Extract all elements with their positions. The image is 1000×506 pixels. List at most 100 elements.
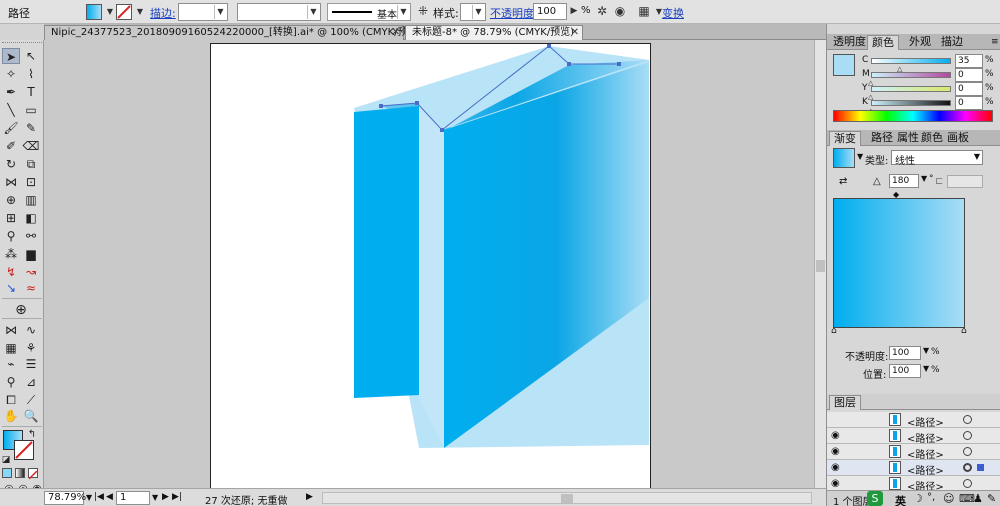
moon-icon[interactable]: ☽ (913, 492, 923, 505)
column-graph-tool-icon[interactable]: ▆ (22, 246, 40, 262)
color-spectrum[interactable] (833, 110, 993, 122)
last-page-icon[interactable]: ▶| (172, 492, 182, 502)
eye-icon[interactable]: ◉ (831, 478, 840, 489)
type-tool-icon[interactable]: T (22, 84, 40, 100)
scale-tool-icon[interactable]: ⧉ (22, 156, 40, 172)
dropdown-icon[interactable]: ▼ (923, 364, 929, 373)
target-icon[interactable] (963, 463, 972, 472)
next-page-icon[interactable]: ▶ (162, 492, 169, 502)
channel-slider[interactable] (871, 72, 951, 78)
blend-tool-icon[interactable]: ⚯ (22, 228, 40, 244)
global-edit-icon[interactable]: ◉ (612, 3, 628, 20)
opacity-label[interactable]: 不透明度 (490, 5, 534, 21)
gradient-preview-swatch[interactable] (833, 148, 855, 168)
layer-name[interactable]: <路径> (907, 462, 944, 477)
vertical-scrollbar[interactable] (814, 40, 826, 488)
layer-row[interactable]: ◉ <路径> (827, 444, 1000, 461)
layer-name[interactable]: <路径> (907, 446, 944, 461)
eye-icon[interactable]: ◉ (831, 462, 840, 473)
smooth-red-icon[interactable]: ≈ (22, 280, 40, 296)
anchor-point[interactable] (617, 62, 621, 66)
panel-grip[interactable] (2, 42, 42, 45)
punctuation-icon[interactable]: °, (927, 492, 935, 503)
twirl-tool-icon[interactable]: ∿ (22, 322, 40, 338)
swap-arrow-icon[interactable]: ↰ (25, 427, 39, 443)
eyedropper-tool-icon[interactable]: ⚲ (2, 228, 20, 244)
anchor-point[interactable] (567, 62, 571, 66)
tab-layers[interactable]: 图层 (829, 395, 861, 410)
anchor-point[interactable] (415, 101, 419, 105)
channel-input[interactable]: 0 (955, 68, 983, 82)
aspect-ratio-input[interactable] (947, 175, 983, 188)
eraser-tool-icon[interactable]: ⌫ (22, 138, 40, 154)
ime-language[interactable]: 英 (895, 493, 906, 506)
opacity-input[interactable]: 100 (533, 3, 567, 20)
scrollbar-thumb[interactable] (816, 260, 825, 272)
stroke-label[interactable]: 描边: (150, 5, 176, 21)
selection-indicator[interactable] (977, 464, 984, 471)
angle-dropdown-icon[interactable]: ▼ (921, 174, 927, 183)
fill-swatch[interactable] (86, 4, 102, 20)
stroke-swatch[interactable] (116, 4, 132, 20)
free-transform-tool-icon[interactable]: ⊡ (22, 174, 40, 190)
angle-input[interactable]: 180 (889, 174, 919, 188)
stop-position-input[interactable]: 100 (889, 364, 921, 378)
brush-definition-select[interactable]: 基本 ▼ (327, 3, 411, 21)
slice-tool-icon[interactable]: ⟋ (22, 392, 40, 408)
anchor-point[interactable] (547, 44, 551, 48)
pen-tool-icon[interactable]: ✒ (2, 84, 20, 100)
channel-input[interactable]: 0 (955, 96, 983, 110)
gradient-tool-icon[interactable]: ◧ (22, 210, 40, 226)
gradient-mode-button[interactable] (15, 468, 25, 478)
eyedropper-2-icon[interactable]: ⚲ (2, 374, 20, 390)
target-icon[interactable] (963, 415, 972, 424)
blob-brush-tool-icon[interactable]: ✐ (2, 138, 20, 154)
book-artwork[interactable] (44, 40, 814, 488)
document-canvas[interactable] (44, 40, 814, 488)
curvature-red-icon[interactable]: ↝ (22, 264, 40, 280)
layer-name[interactable]: <路径> (907, 414, 944, 429)
tab-appearance[interactable]: 外观 (905, 35, 935, 50)
perspective-grid-tool-icon[interactable]: ▥ (22, 192, 40, 208)
zoom-dropdown-icon[interactable]: ▼ (86, 493, 92, 502)
zoom-tool-icon[interactable]: 🔍 (22, 408, 40, 424)
selection-tool-icon[interactable]: ➤ (2, 48, 20, 64)
variable-width-select[interactable]: ▼ (237, 3, 321, 21)
first-page-icon[interactable]: |◀ (94, 492, 104, 502)
dropdown-icon[interactable]: ▼ (923, 346, 929, 355)
stroke-color-box[interactable] (14, 440, 34, 460)
horizontal-scrollbar[interactable] (322, 492, 812, 504)
magic-wand-tool-icon[interactable]: ✧ (2, 66, 20, 82)
wrench-icon[interactable]: ✎ (987, 492, 996, 505)
scrollbar-thumb[interactable] (561, 494, 573, 503)
width-tool-icon[interactable]: ⋈ (2, 174, 20, 190)
measure-tool-icon[interactable]: ⊿ (22, 374, 40, 390)
eye-icon[interactable]: ◉ (831, 430, 840, 441)
gradient-type-select[interactable]: 线性 ▼ (891, 150, 983, 167)
gradient-slider-preview[interactable] (833, 198, 965, 328)
tab-transparency[interactable]: 透明度 (829, 35, 870, 50)
gradient-stop-right-icon[interactable]: ⌂ (961, 326, 967, 336)
stroke-weight-select[interactable]: ▼ (178, 3, 228, 21)
warp-tool-icon[interactable]: ⋈ (2, 322, 20, 338)
channel-slider[interactable] (871, 100, 951, 106)
transform-link[interactable]: 变换 (662, 5, 684, 21)
crosshair-target-icon[interactable]: ⊕ (12, 302, 30, 318)
stop-opacity-input[interactable]: 100 (889, 346, 921, 360)
shape-builder-tool-icon[interactable]: ⊕ (2, 192, 20, 208)
default-colors-icon[interactable]: ◪ (0, 452, 12, 468)
layer-row[interactable]: ◉ <路径> (827, 428, 1000, 445)
pen-anchor-red-icon[interactable]: ↯ (2, 264, 20, 280)
aspect-ratio-icon[interactable]: ⊏ (935, 176, 943, 187)
tab-artboards[interactable]: 画板 (943, 131, 973, 146)
anchor-blue-icon[interactable]: ↘ (2, 280, 20, 296)
layer-row-selected[interactable]: ◉ <路径> (827, 460, 1000, 477)
anchor-point[interactable] (440, 128, 444, 132)
symbol-sprayer-tool-icon[interactable]: ⁂ (2, 246, 20, 262)
close-icon[interactable]: ✕ (571, 26, 579, 40)
zoom-input[interactable]: 78.79% (44, 491, 86, 505)
smile-icon[interactable]: ☺ (943, 492, 954, 505)
anchor-point[interactable] (379, 104, 383, 108)
status-menu-icon[interactable]: ▶ (306, 492, 313, 502)
mesh-tool-icon[interactable]: ⊞ (2, 210, 20, 226)
